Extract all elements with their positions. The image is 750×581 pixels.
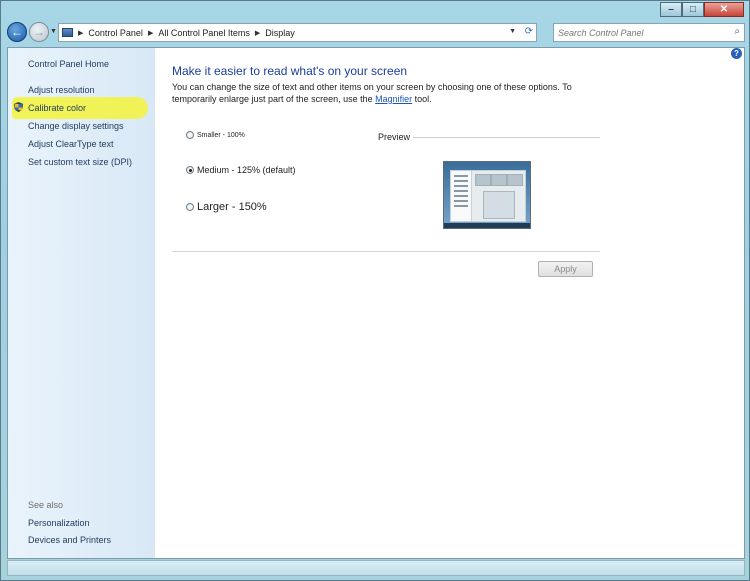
address-bar[interactable]: ▶ Control Panel ▶ All Control Panel Item… (58, 23, 537, 42)
sidebar-adjust-resolution[interactable]: Adjust resolution (28, 85, 95, 95)
control-panel-window: – □ ✕ ← → ▼ ▶ Control Panel ▶ All Contro… (0, 0, 750, 581)
main-panel: ? Make it easier to read what's on your … (155, 48, 744, 558)
sidebar-personalization[interactable]: Personalization (28, 518, 90, 528)
preview-divider (413, 137, 600, 138)
breadcrumb-arrow-icon[interactable]: ▶ (78, 29, 83, 37)
help-icon[interactable]: ? (731, 48, 742, 59)
option-medium-label: Medium - 125% (default) (197, 165, 296, 175)
breadcrumb-control-panel[interactable]: Control Panel (88, 28, 143, 38)
preview-row (454, 185, 468, 187)
caption-buttons: – □ ✕ (660, 2, 744, 17)
sidebar-adjust-cleartype[interactable]: Adjust ClearType text (28, 139, 114, 149)
search-input[interactable] (554, 26, 730, 39)
preview-row (454, 175, 468, 177)
radio-button[interactable] (186, 203, 194, 211)
preview-row (454, 205, 468, 207)
preview-taskbar (444, 223, 530, 228)
preview-row (454, 195, 468, 197)
radio-button-selected[interactable] (186, 166, 194, 174)
description-text-end: tool. (412, 94, 432, 104)
navigation-row: ← → ▼ ▶ Control Panel ▶ All Control Pane… (5, 21, 745, 45)
preview-row (454, 180, 468, 182)
sidebar-devices-and-printers[interactable]: Devices and Printers (28, 535, 111, 545)
back-arrow-icon[interactable]: ← (7, 22, 27, 42)
preview-tile (475, 174, 491, 186)
content-area: Control Panel Home Adjust resolution Cal… (7, 47, 745, 559)
section-divider (172, 251, 600, 252)
preview-image (443, 161, 531, 229)
preview-tile (507, 174, 523, 186)
option-medium[interactable]: Medium - 125% (default) (186, 165, 296, 175)
sidebar-change-display-settings[interactable]: Change display settings (28, 121, 124, 131)
forward-arrow-icon[interactable]: → (29, 22, 49, 42)
preview-row (454, 190, 468, 192)
search-icon[interactable]: ⌕ (734, 26, 740, 37)
magnifier-link[interactable]: Magnifier (375, 94, 412, 104)
sidebar-custom-text-size[interactable]: Set custom text size (DPI) (28, 157, 132, 167)
option-smaller-label: Smaller - 100% (197, 131, 245, 139)
maximize-button[interactable]: □ (682, 2, 704, 17)
breadcrumb-arrow-icon[interactable]: ▶ (148, 29, 153, 37)
control-panel-icon (62, 28, 73, 37)
breadcrumb-arrow-icon[interactable]: ▶ (255, 29, 260, 37)
preview-window-thumbnail (450, 170, 526, 222)
refresh-icon[interactable]: ⟳ (525, 26, 533, 37)
status-bar (7, 560, 745, 576)
page-description: You can change the size of text and othe… (172, 81, 592, 105)
close-button[interactable]: ✕ (704, 2, 744, 17)
breadcrumb-all-items[interactable]: All Control Panel Items (158, 28, 250, 38)
preview-row (454, 200, 468, 202)
preview-tile (491, 174, 507, 186)
option-smaller[interactable]: Smaller - 100% (186, 131, 245, 139)
preview-sidebar (451, 171, 472, 221)
recent-pages-chevron-icon[interactable]: ▼ (50, 28, 57, 35)
search-box[interactable]: ⌕ (553, 23, 745, 42)
address-dropdown-icon[interactable]: ▼ (509, 28, 516, 35)
sidebar-control-panel-home[interactable]: Control Panel Home (28, 59, 109, 69)
description-text: You can change the size of text and othe… (172, 82, 572, 104)
option-larger[interactable]: Larger - 150% (186, 201, 267, 213)
apply-button[interactable]: Apply (538, 261, 593, 277)
task-sidebar: Control Panel Home Adjust resolution Cal… (8, 48, 155, 558)
preview-label: Preview (378, 132, 411, 142)
minimize-button[interactable]: – (660, 2, 682, 17)
sidebar-calibrate-color[interactable]: Calibrate color (28, 103, 86, 113)
option-larger-label: Larger - 150% (197, 201, 267, 213)
radio-button[interactable] (186, 131, 194, 139)
see-also-heading: See also (28, 500, 64, 510)
page-title: Make it easier to read what's on your sc… (172, 64, 408, 78)
preview-panel (483, 191, 515, 219)
breadcrumb-display[interactable]: Display (265, 28, 295, 38)
uac-shield-icon (14, 102, 23, 112)
